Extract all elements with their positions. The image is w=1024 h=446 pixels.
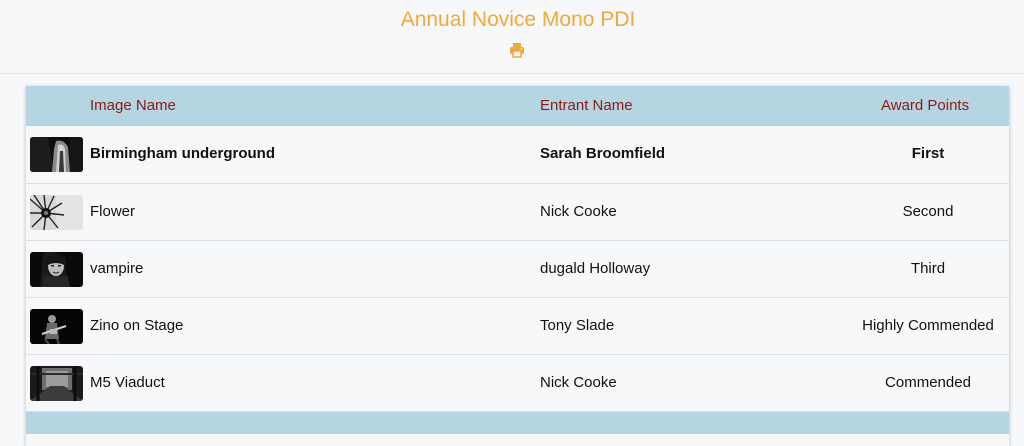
- table-row[interactable]: Birmingham underground Sarah Broomfield …: [26, 126, 1009, 184]
- image-thumbnail[interactable]: [30, 137, 83, 172]
- award-points: Second: [902, 203, 954, 220]
- entrant-name: Tony Slade: [540, 317, 615, 334]
- entrant-name: Sarah Broomfield: [540, 145, 666, 162]
- table-row[interactable]: M5 Viaduct Nick Cooke Commended: [26, 355, 1009, 412]
- column-header-entrant-name[interactable]: Entrant Name: [540, 97, 633, 114]
- image-name: Birmingham underground: [90, 145, 275, 162]
- table-footer: [26, 412, 1009, 434]
- image-thumbnail[interactable]: [30, 195, 83, 230]
- page-title: Annual Novice Mono PDI: [400, 8, 636, 31]
- entrant-name: dugald Holloway: [540, 260, 651, 277]
- table-header: Image Name Entrant Name Award Points: [26, 86, 1009, 126]
- table-row[interactable]: vampire dugald Holloway Third: [26, 241, 1009, 298]
- award-points: Highly Commended: [862, 317, 994, 334]
- award-points: Commended: [885, 374, 971, 391]
- results-table: Image Name Entrant Name Award Points Bir…: [26, 86, 1009, 446]
- entrant-name: Nick Cooke: [540, 203, 617, 220]
- column-header-award-points[interactable]: Award Points: [881, 97, 969, 114]
- table-row[interactable]: Flower Nick Cooke Second: [26, 184, 1009, 241]
- image-name: M5 Viaduct: [90, 374, 165, 391]
- page-header: Annual Novice Mono PDI: [0, 0, 1024, 74]
- table-row[interactable]: Zino on Stage Tony Slade Highly Commende…: [26, 298, 1009, 355]
- image-thumbnail[interactable]: [30, 366, 83, 401]
- image-name: Flower: [90, 203, 136, 220]
- image-name: Zino on Stage: [90, 317, 184, 334]
- print-icon[interactable]: [509, 42, 525, 58]
- award-points: Third: [910, 260, 946, 277]
- image-thumbnail[interactable]: [30, 309, 83, 344]
- entrant-name: Nick Cooke: [540, 374, 617, 391]
- award-points: First: [911, 145, 945, 162]
- table-body: Birmingham underground Sarah Broomfield …: [26, 126, 1009, 412]
- image-name: vampire: [90, 260, 144, 277]
- column-header-image-name[interactable]: Image Name: [90, 97, 176, 114]
- image-thumbnail[interactable]: [30, 252, 83, 287]
